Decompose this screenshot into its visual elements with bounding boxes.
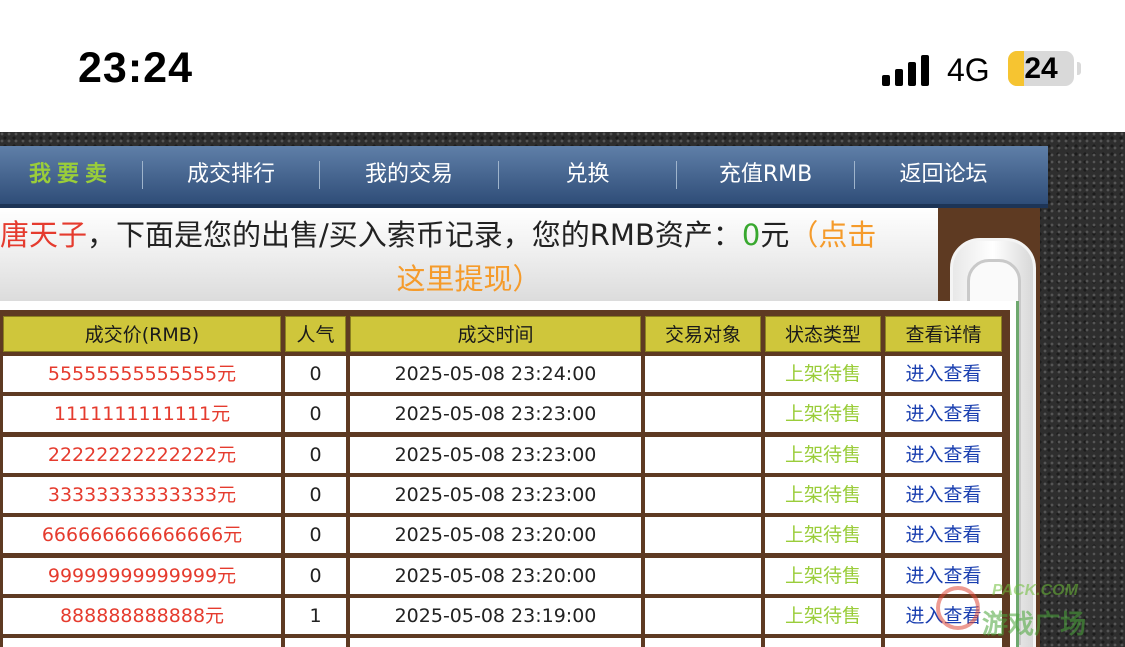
price-cell: 33333333333333元 [3,476,281,513]
detail-link[interactable]: 进入查看 [885,396,1002,433]
watermark-emblem [936,586,980,630]
time-cell: 2025-05-08 23:23:00 [350,436,641,473]
record-table: 成交价(RMB) 人气 成交时间 交易对象 状态类型 查看详情 55555555555555… [0,310,1010,647]
partner-cell [645,476,761,513]
partner-cell [645,517,761,554]
header-partner: 交易对象 [645,316,761,352]
views-cell: 0 [285,356,346,392]
views-cell: 0 [285,557,346,594]
account-banner: 唐天子，下面是您的出售/买入索币记录，您的RMB资产：0元（点击 这里提现） [0,208,938,301]
partner-cell [645,396,761,433]
clock: 23:24 [78,44,193,92]
status-cell: 上架待售 [765,396,881,433]
nav-sell[interactable]: 我要卖 [0,146,142,204]
banner-line: 唐天子，下面是您的出售/买入索币记录，您的RMB资产：0元（点击 [0,212,938,256]
nav-my-trades[interactable]: 我的交易 [320,146,498,204]
signal-icon [882,54,934,86]
withdraw-link-cont[interactable]: 这里提现） [0,256,938,298]
table-row-partial [285,638,346,647]
table-row-partial [350,638,641,647]
partner-cell [645,436,761,473]
time-cell: 2025-05-08 23:23:00 [350,396,641,433]
status-bar: 23:24 4G 24 [0,0,1125,132]
rmb-balance: 0 [741,218,761,252]
time-cell: 2025-05-08 23:24:00 [350,356,641,392]
header-status: 状态类型 [765,316,881,352]
partner-cell [645,597,761,634]
nav-exchange[interactable]: 兑换 [499,146,676,204]
nav-back-forum[interactable]: 返回论坛 [855,146,1032,204]
views-cell: 0 [285,517,346,554]
header-time: 成交时间 [350,316,641,352]
status-cell: 上架待售 [765,476,881,513]
header-price: 成交价(RMB) [3,316,281,352]
status-cell: 上架待售 [765,356,881,392]
detail-link[interactable]: 进入查看 [885,436,1002,473]
battery-level: 24 [1024,52,1058,85]
battery-tip [1077,62,1081,75]
time-cell: 2025-05-08 23:20:00 [350,517,641,554]
views-cell: 0 [285,476,346,513]
table-row-partial [3,638,281,647]
time-cell: 2025-05-08 23:23:00 [350,476,641,513]
trading-page: 我要卖 成交排行 我的交易 兑换 充值RMB 返回论坛 唐天子，下面是您的出售/… [0,132,1125,647]
partner-cell [645,557,761,594]
detail-link[interactable]: 进入查看 [885,356,1002,392]
price-cell: 22222222222222元 [3,436,281,473]
detail-link[interactable]: 进入查看 [885,476,1002,513]
nav-ranking[interactable]: 成交排行 [143,146,319,204]
views-cell: 1 [285,597,346,634]
status-cell: 上架待售 [765,436,881,473]
nav-recharge[interactable]: 充值RMB [677,146,854,204]
views-cell: 0 [285,436,346,473]
status-cell: 上架待售 [765,517,881,554]
watermark-text: PACK.COM [992,582,1078,599]
network-type: 4G [947,52,990,88]
table-row-partial [645,638,761,647]
price-cell: 99999999999999元 [3,557,281,594]
top-nav: 我要卖 成交排行 我的交易 兑换 充值RMB 返回论坛 [0,146,1048,208]
status-cell: 上架待售 [765,557,881,594]
price-cell: 55555555555555元 [3,356,281,392]
partner-cell [645,356,761,392]
watermark-logo: PACK.COM 游戏广场 [932,578,1120,642]
price-cell: 1111111111111元 [3,396,281,433]
time-cell: 2025-05-08 23:19:00 [350,597,641,634]
withdraw-link[interactable]: （点击 [789,218,876,252]
banner-text: ，下面是您的出售/买入索币记录，您的RMB资产： [87,218,742,252]
watermark-text-cn: 游戏广场 [982,610,1087,640]
header-views: 人气 [285,316,346,352]
header-detail: 查看详情 [885,316,1002,352]
username: 唐天子 [0,218,88,252]
battery-icon: 24 [1008,51,1074,86]
detail-link[interactable]: 进入查看 [885,517,1002,554]
rmb-unit: 元 [760,218,790,252]
price-cell: 666666666666666元 [3,517,281,554]
status-cell: 上架待售 [765,597,881,634]
views-cell: 0 [285,396,346,433]
time-cell: 2025-05-08 23:20:00 [350,557,641,594]
table-row-partial [765,638,881,647]
price-cell: 888888888888元 [3,597,281,634]
